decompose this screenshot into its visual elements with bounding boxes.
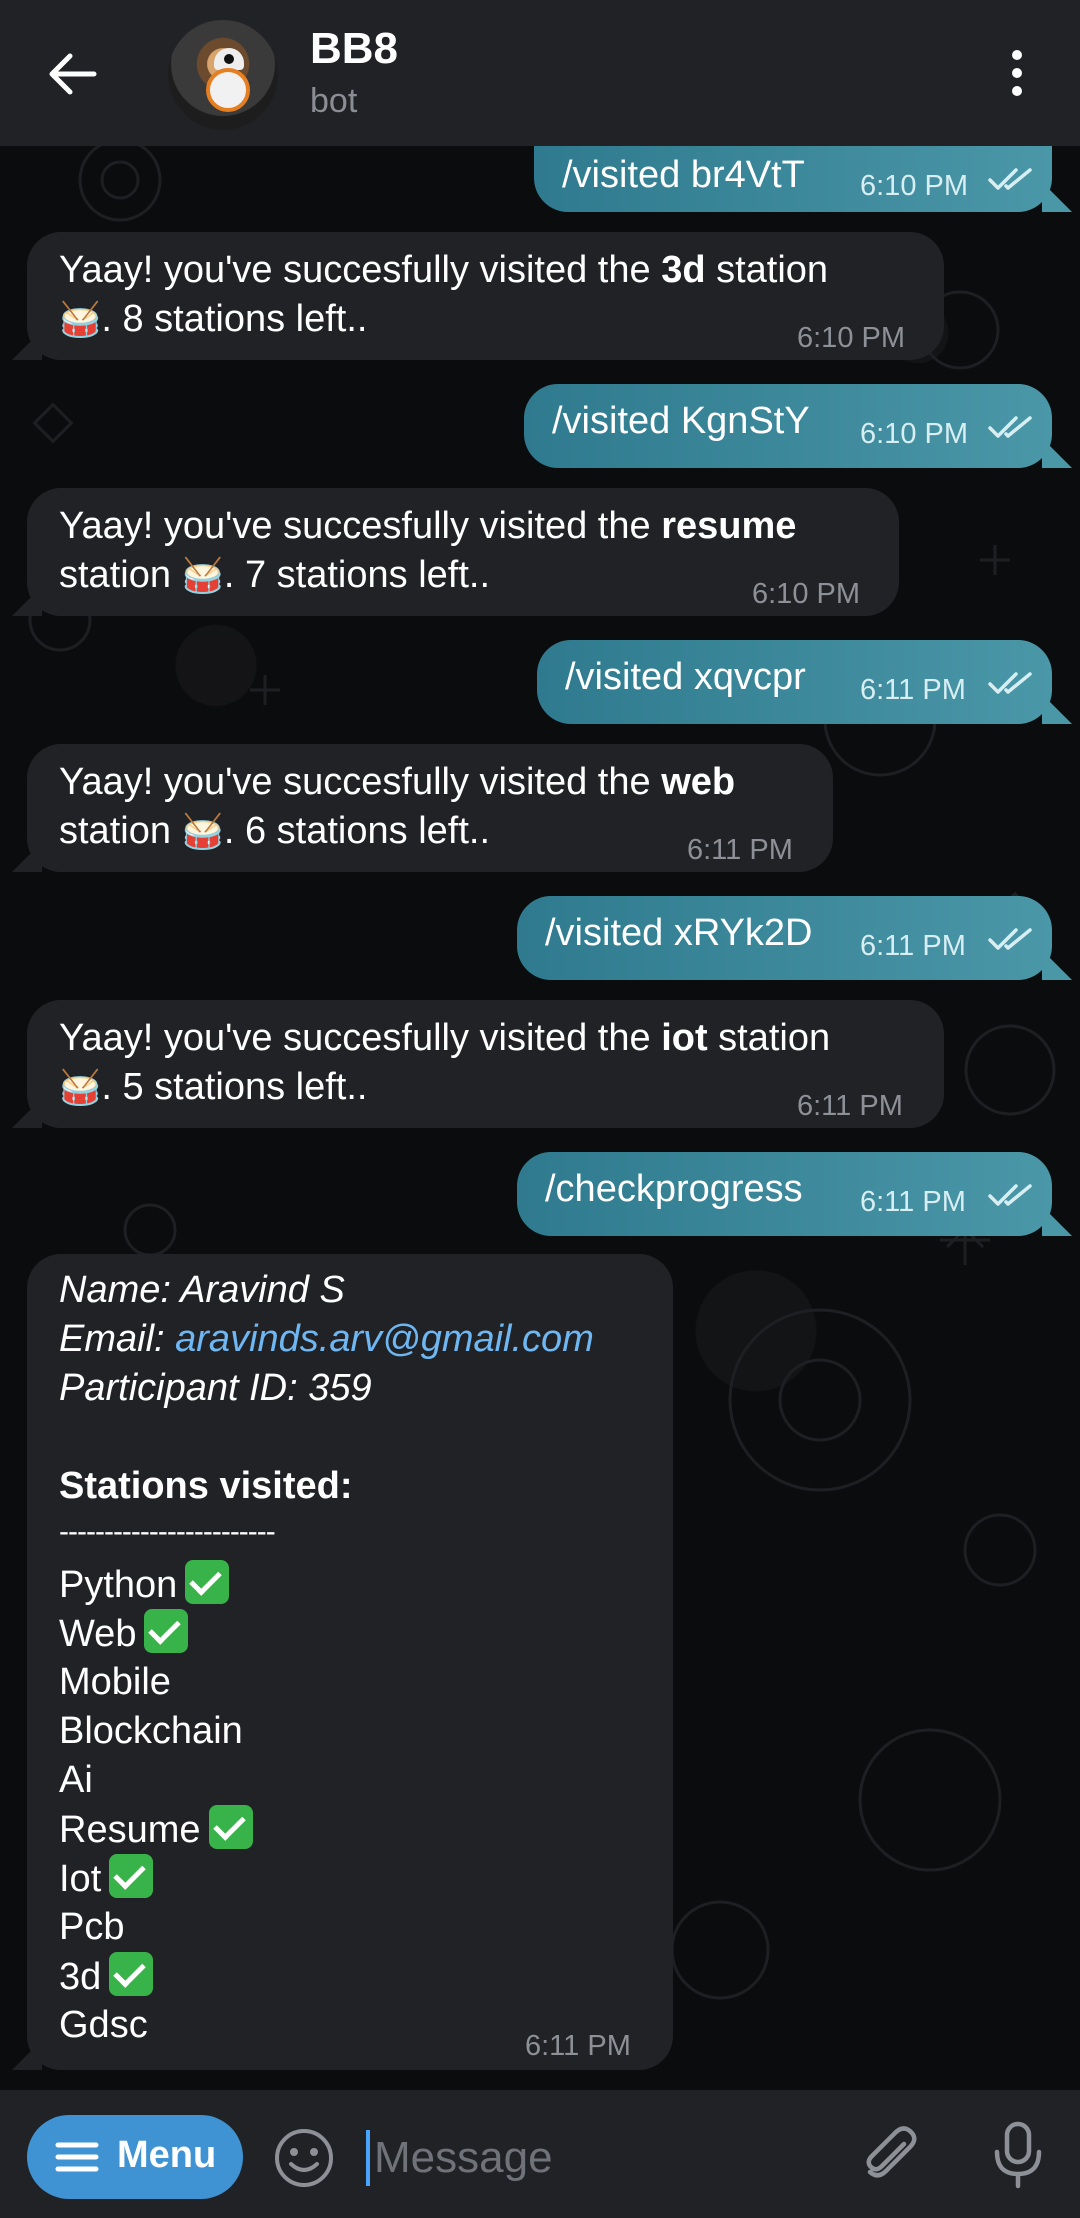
- station-name: resume: [661, 505, 797, 547]
- bubble-tail: [1042, 1206, 1072, 1236]
- menu-button[interactable]: Menu: [27, 2115, 243, 2199]
- bubble-tail: [12, 2040, 42, 2070]
- drum-emoji: 🥁: [59, 1069, 102, 1107]
- message-text-line2: station 🥁. 6 stations left..: [59, 810, 491, 852]
- arrow-left-icon[interactable]: [42, 44, 102, 104]
- message-time: 6:10 PM: [797, 322, 905, 354]
- message-time: 6:10 PM: [860, 418, 968, 450]
- participant-email-line: Email: aravinds.arv@gmail.com: [59, 1318, 594, 1360]
- station-item: Iot: [59, 1854, 253, 1903]
- emoji-icon[interactable]: [272, 2126, 336, 2190]
- bubble-tail: [1042, 950, 1072, 980]
- message-input[interactable]: [372, 2122, 826, 2194]
- message-composer: Menu: [0, 2090, 1080, 2218]
- message-text: /visited KgnStY: [552, 400, 810, 442]
- station-item: Ai: [59, 1759, 93, 1801]
- station-name: iot: [661, 1017, 708, 1059]
- bubble-tail: [12, 330, 42, 360]
- outgoing-message[interactable]: /visited xqvcpr 6:11 PM: [537, 640, 1052, 724]
- incoming-message[interactable]: Yaay! you've succesfully visited the web…: [27, 744, 833, 872]
- divider-line: ------------------------: [59, 1515, 276, 1548]
- bubble-tail: [1042, 694, 1072, 724]
- message-text: /checkprogress: [545, 1168, 803, 1210]
- message-text: Yaay! you've succesfully visited the 3d …: [59, 249, 829, 291]
- message-text-line2: 🥁. 8 stations left..: [59, 298, 368, 340]
- message-text: /visited xqvcpr: [565, 656, 806, 698]
- message-time: 6:11 PM: [525, 2030, 631, 2062]
- incoming-message[interactable]: Yaay! you've succesfully visited the res…: [27, 488, 899, 616]
- chat-subtitle: bot: [310, 82, 358, 120]
- outgoing-message[interactable]: /visited xRYk2D 6:11 PM: [517, 896, 1052, 980]
- message-time: 6:11 PM: [860, 1186, 966, 1218]
- message-text: /visited xRYk2D: [545, 912, 813, 954]
- check-mark-icon: [109, 1854, 154, 1898]
- message-time: 6:11 PM: [860, 674, 966, 706]
- incoming-message[interactable]: Yaay! you've succesfully visited the iot…: [27, 1000, 944, 1128]
- chat-title[interactable]: BB8: [310, 24, 398, 74]
- message-time: 6:11 PM: [860, 930, 966, 962]
- double-check-icon: [988, 168, 1032, 190]
- outgoing-message[interactable]: /checkprogress 6:11 PM: [517, 1152, 1052, 1236]
- bubble-tail: [1042, 438, 1072, 468]
- chat-header: BB8 bot: [0, 0, 1080, 146]
- check-mark-icon: [185, 1560, 230, 1604]
- station-item: 3d: [59, 1952, 253, 2001]
- station-item: Pcb: [59, 1906, 125, 1948]
- message-text: Yaay! you've succesfully visited the iot…: [59, 1017, 831, 1059]
- bubble-tail: [12, 1098, 42, 1128]
- station-item: Mobile: [59, 1661, 171, 1703]
- progress-report-message[interactable]: Name: Aravind S Email: aravinds.arv@gmai…: [27, 1254, 673, 2070]
- message-time: 6:10 PM: [860, 170, 968, 202]
- double-check-icon: [988, 928, 1032, 950]
- drum-emoji: 🥁: [181, 557, 224, 595]
- double-check-icon: [988, 416, 1032, 438]
- participant-name: Name: Aravind S: [59, 1269, 345, 1311]
- check-mark-icon: [208, 1805, 253, 1849]
- double-check-icon: [988, 1184, 1032, 1206]
- bubble-tail: [12, 586, 42, 616]
- menu-lines-icon: [55, 2142, 99, 2172]
- menu-label: Menu: [117, 2134, 217, 2176]
- outgoing-message[interactable]: /visited KgnStY 6:10 PM: [524, 384, 1052, 468]
- station-item: Blockchain: [59, 1710, 243, 1752]
- station-name: 3d: [661, 249, 706, 291]
- station-list: Python Web Mobile Blockchain Ai Resume I…: [59, 1560, 253, 2050]
- bubble-tail: [12, 842, 42, 872]
- check-mark-icon: [144, 1609, 189, 1653]
- check-mark-icon: [109, 1952, 154, 1996]
- avatar-droid-eye: [224, 54, 234, 64]
- avatar[interactable]: [168, 20, 278, 130]
- message-time: 6:10 PM: [752, 578, 860, 610]
- stations-heading: Stations visited:: [59, 1465, 353, 1507]
- station-item: Python: [59, 1560, 253, 1609]
- more-vertical-icon[interactable]: [1000, 46, 1034, 100]
- incoming-message[interactable]: Yaay! you've succesfully visited the 3d …: [27, 232, 944, 360]
- message-text: Yaay! you've succesfully visited the web: [59, 761, 736, 803]
- station-item: Gdsc: [59, 2004, 148, 2046]
- double-check-icon: [988, 672, 1032, 694]
- station-item: Resume: [59, 1805, 253, 1854]
- message-time: 6:11 PM: [797, 1090, 903, 1122]
- message-text: /visited br4VtT: [562, 154, 805, 196]
- bubble-tail: [1042, 182, 1072, 212]
- message-list[interactable]: /visited br4VtT 6:10 PM Yaay! you've suc…: [0, 146, 1080, 2090]
- microphone-icon[interactable]: [990, 2120, 1046, 2190]
- message-text-line2: 🥁. 5 stations left..: [59, 1066, 368, 1108]
- message-time: 6:11 PM: [687, 834, 793, 866]
- email-link[interactable]: aravinds.arv@gmail.com: [175, 1318, 594, 1360]
- drum-emoji: 🥁: [59, 301, 102, 339]
- drum-emoji: 🥁: [181, 813, 224, 851]
- participant-id: Participant ID: 359: [59, 1367, 372, 1409]
- message-text-line2: station 🥁. 7 stations left..: [59, 554, 491, 596]
- message-text: Yaay! you've succesfully visited the res…: [59, 505, 797, 547]
- station-item: Web: [59, 1609, 253, 1658]
- avatar-droid-body: [206, 68, 250, 112]
- text-cursor: [366, 2130, 370, 2186]
- paperclip-icon[interactable]: [860, 2124, 922, 2186]
- outgoing-message[interactable]: /visited br4VtT 6:10 PM: [534, 146, 1052, 212]
- station-name: web: [661, 761, 736, 803]
